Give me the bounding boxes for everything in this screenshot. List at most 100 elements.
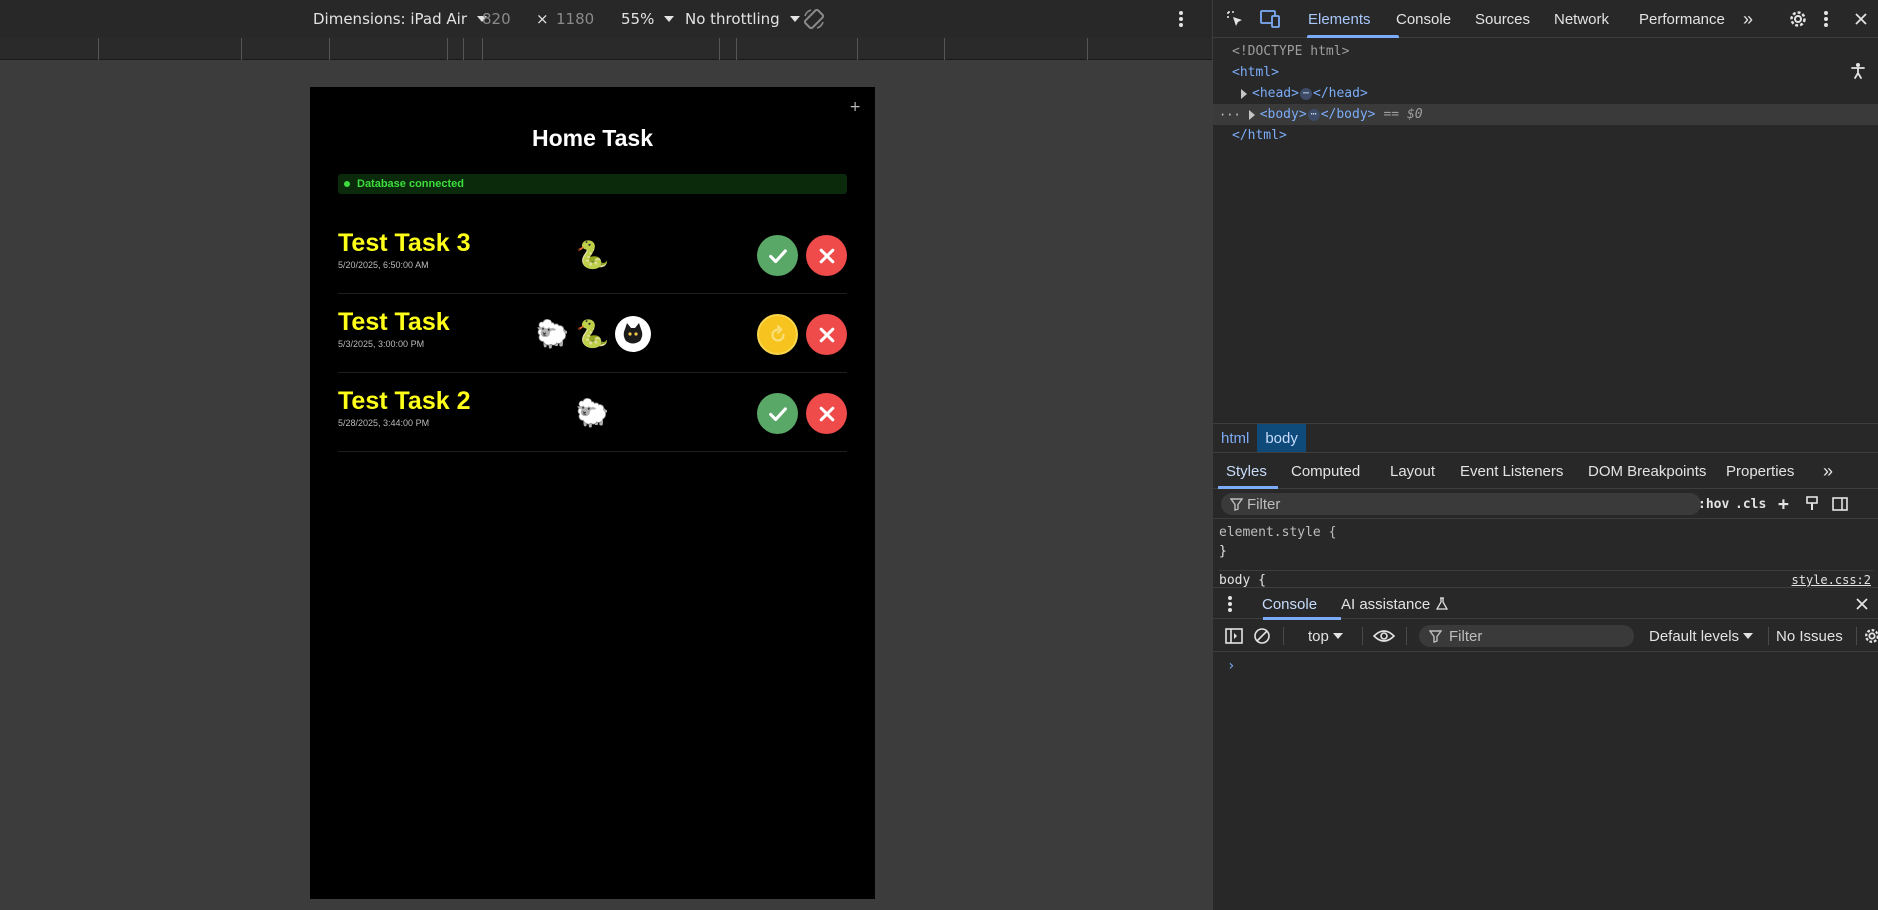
- delete-button[interactable]: [806, 393, 847, 434]
- close-icon: [819, 327, 834, 342]
- task-date: 5/20/2025, 6:50:00 AM: [338, 260, 429, 270]
- rotate-icon[interactable]: [802, 0, 826, 38]
- breadcrumb-html[interactable]: html: [1213, 424, 1257, 452]
- complete-button[interactable]: [757, 235, 798, 276]
- tab-sources[interactable]: Sources: [1475, 0, 1530, 38]
- close-icon: [819, 406, 834, 421]
- more-tabs-icon[interactable]: »: [1743, 0, 1753, 38]
- zoom-select[interactable]: 55%: [621, 0, 675, 38]
- breadcrumb-body[interactable]: body: [1257, 424, 1306, 452]
- tab-dom-breakpoints[interactable]: DOM Breakpoints: [1588, 453, 1706, 489]
- db-status-badge: Database connected: [338, 174, 847, 194]
- checkmark-icon: [768, 248, 787, 263]
- snake-icon: 🐍: [575, 318, 610, 350]
- dom-node-doctype[interactable]: <!DOCTYPE html>: [1213, 41, 1878, 62]
- task-date: 5/3/2025, 3:00:00 PM: [338, 339, 425, 349]
- tab-properties[interactable]: Properties: [1726, 453, 1794, 489]
- devtools-tabbar: Elements Console Sources Network Perform…: [1213, 0, 1878, 38]
- task-row[interactable]: Test Task 5/3/2025, 3:00:00 PM 🐑 🐍: [338, 294, 847, 373]
- task-actions: [757, 393, 847, 434]
- task-name: Test Task: [338, 308, 450, 336]
- dom-node-menu-icon[interactable]: ···: [1219, 108, 1241, 122]
- clear-console-icon[interactable]: [1253, 620, 1271, 652]
- more-options-icon[interactable]: [1823, 0, 1829, 38]
- db-status-text: Database connected: [357, 178, 464, 190]
- drawer-tab-ai-assistance[interactable]: AI assistance: [1341, 588, 1449, 620]
- gear-icon[interactable]: [1788, 0, 1808, 38]
- accessibility-icon[interactable]: [1849, 62, 1867, 80]
- device-select[interactable]: Dimensions: iPad Air: [313, 0, 487, 38]
- collapsed-ellipsis[interactable]: ⋯: [1307, 108, 1320, 121]
- styles-filter-bar: Filter :hov .cls +: [1213, 489, 1878, 519]
- styles-tabbar: Styles Computed Layout Event Listeners D…: [1213, 453, 1878, 489]
- complete-button[interactable]: [757, 393, 798, 434]
- width-input[interactable]: 820: [482, 0, 511, 38]
- add-task-button[interactable]: +: [849, 99, 861, 115]
- eye-icon[interactable]: [1373, 620, 1395, 652]
- sidebar-toggle-icon[interactable]: [1832, 489, 1848, 519]
- refresh-icon: [770, 324, 785, 342]
- chevron-down-icon: [1332, 633, 1343, 639]
- dom-node-head[interactable]: <head> ⋯ </head>: [1213, 83, 1878, 104]
- tab-performance[interactable]: Performance: [1639, 0, 1725, 38]
- cat-icon: [614, 316, 651, 352]
- tab-styles[interactable]: Styles: [1226, 453, 1267, 489]
- tab-computed[interactable]: Computed: [1291, 453, 1360, 489]
- status-dot-icon: [344, 181, 350, 187]
- cls-toggle[interactable]: .cls: [1735, 489, 1766, 519]
- expand-triangle-icon[interactable]: [1248, 109, 1255, 120]
- drawer-menu-icon[interactable]: [1227, 588, 1233, 620]
- checkmark-icon: [768, 406, 787, 421]
- page-title: Home Task: [531, 125, 653, 151]
- log-levels-select[interactable]: Default levels: [1649, 620, 1754, 652]
- tab-event-listeners[interactable]: Event Listeners: [1460, 453, 1563, 489]
- selected-node-marker: == $0: [1383, 107, 1423, 122]
- close-icon: [819, 248, 834, 263]
- style-source-link[interactable]: style.css:2: [1792, 573, 1871, 587]
- expand-triangle-icon[interactable]: [1241, 88, 1247, 99]
- dom-node-body[interactable]: ··· <body> ⋯ </body> == $0: [1213, 104, 1878, 125]
- tab-network[interactable]: Network: [1554, 0, 1609, 38]
- tab-console[interactable]: Console: [1396, 0, 1451, 38]
- task-row[interactable]: Test Task 2 5/28/2025, 3:44:00 PM 🐑: [338, 373, 847, 452]
- inspect-element-icon[interactable]: [1225, 0, 1245, 38]
- delete-button[interactable]: [806, 235, 847, 276]
- styles-filter-input[interactable]: Filter: [1221, 493, 1701, 515]
- drawer-tab-console[interactable]: Console: [1262, 588, 1317, 620]
- paint-brush-icon[interactable]: [1805, 489, 1819, 519]
- new-rule-icon[interactable]: +: [1778, 489, 1789, 519]
- filter-icon: [1230, 498, 1243, 511]
- delete-button[interactable]: [806, 314, 847, 355]
- devtools-panel: Elements Console Sources Network Perform…: [1212, 0, 1878, 910]
- task-actions: [757, 235, 847, 276]
- console-filter-input[interactable]: Filter: [1419, 625, 1634, 647]
- issues-counter[interactable]: No Issues: [1776, 620, 1843, 652]
- body-rule[interactable]: body { style.css:2: [1219, 570, 1873, 588]
- element-style-rule[interactable]: element.style {: [1219, 525, 1336, 540]
- more-tabs-icon[interactable]: »: [1823, 453, 1833, 489]
- chevron-down-icon: [789, 16, 800, 22]
- dom-node-html-close[interactable]: </html>: [1213, 125, 1878, 146]
- height-input[interactable]: 1180: [556, 0, 594, 38]
- device-label: Dimensions: iPad Air: [313, 10, 467, 28]
- hov-toggle[interactable]: :hov: [1698, 489, 1729, 519]
- console-prompt[interactable]: ›: [1227, 658, 1235, 674]
- drawer-tabbar: Console AI assistance: [1213, 587, 1878, 620]
- close-drawer-icon[interactable]: [1855, 588, 1869, 620]
- context-select[interactable]: top: [1308, 620, 1343, 652]
- media-query-ruler[interactable]: [0, 38, 1212, 60]
- task-row[interactable]: Test Task 3 5/20/2025, 6:50:00 AM 🐍: [338, 215, 847, 294]
- rule-close-brace: }: [1219, 544, 1227, 559]
- close-devtools-icon[interactable]: [1854, 0, 1868, 38]
- tab-elements[interactable]: Elements: [1308, 0, 1371, 38]
- snake-icon: 🐍: [575, 239, 610, 271]
- device-toggle-icon[interactable]: [1259, 0, 1281, 38]
- collapsed-ellipsis[interactable]: ⋯: [1299, 87, 1312, 100]
- more-options-icon[interactable]: [1178, 0, 1184, 38]
- gear-icon[interactable]: [1863, 620, 1878, 652]
- sidebar-toggle-icon[interactable]: [1225, 620, 1243, 652]
- dom-node-html[interactable]: <html>: [1213, 62, 1878, 83]
- tab-layout[interactable]: Layout: [1390, 453, 1435, 489]
- redo-button[interactable]: [757, 314, 798, 355]
- throttling-select[interactable]: No throttling: [685, 0, 800, 38]
